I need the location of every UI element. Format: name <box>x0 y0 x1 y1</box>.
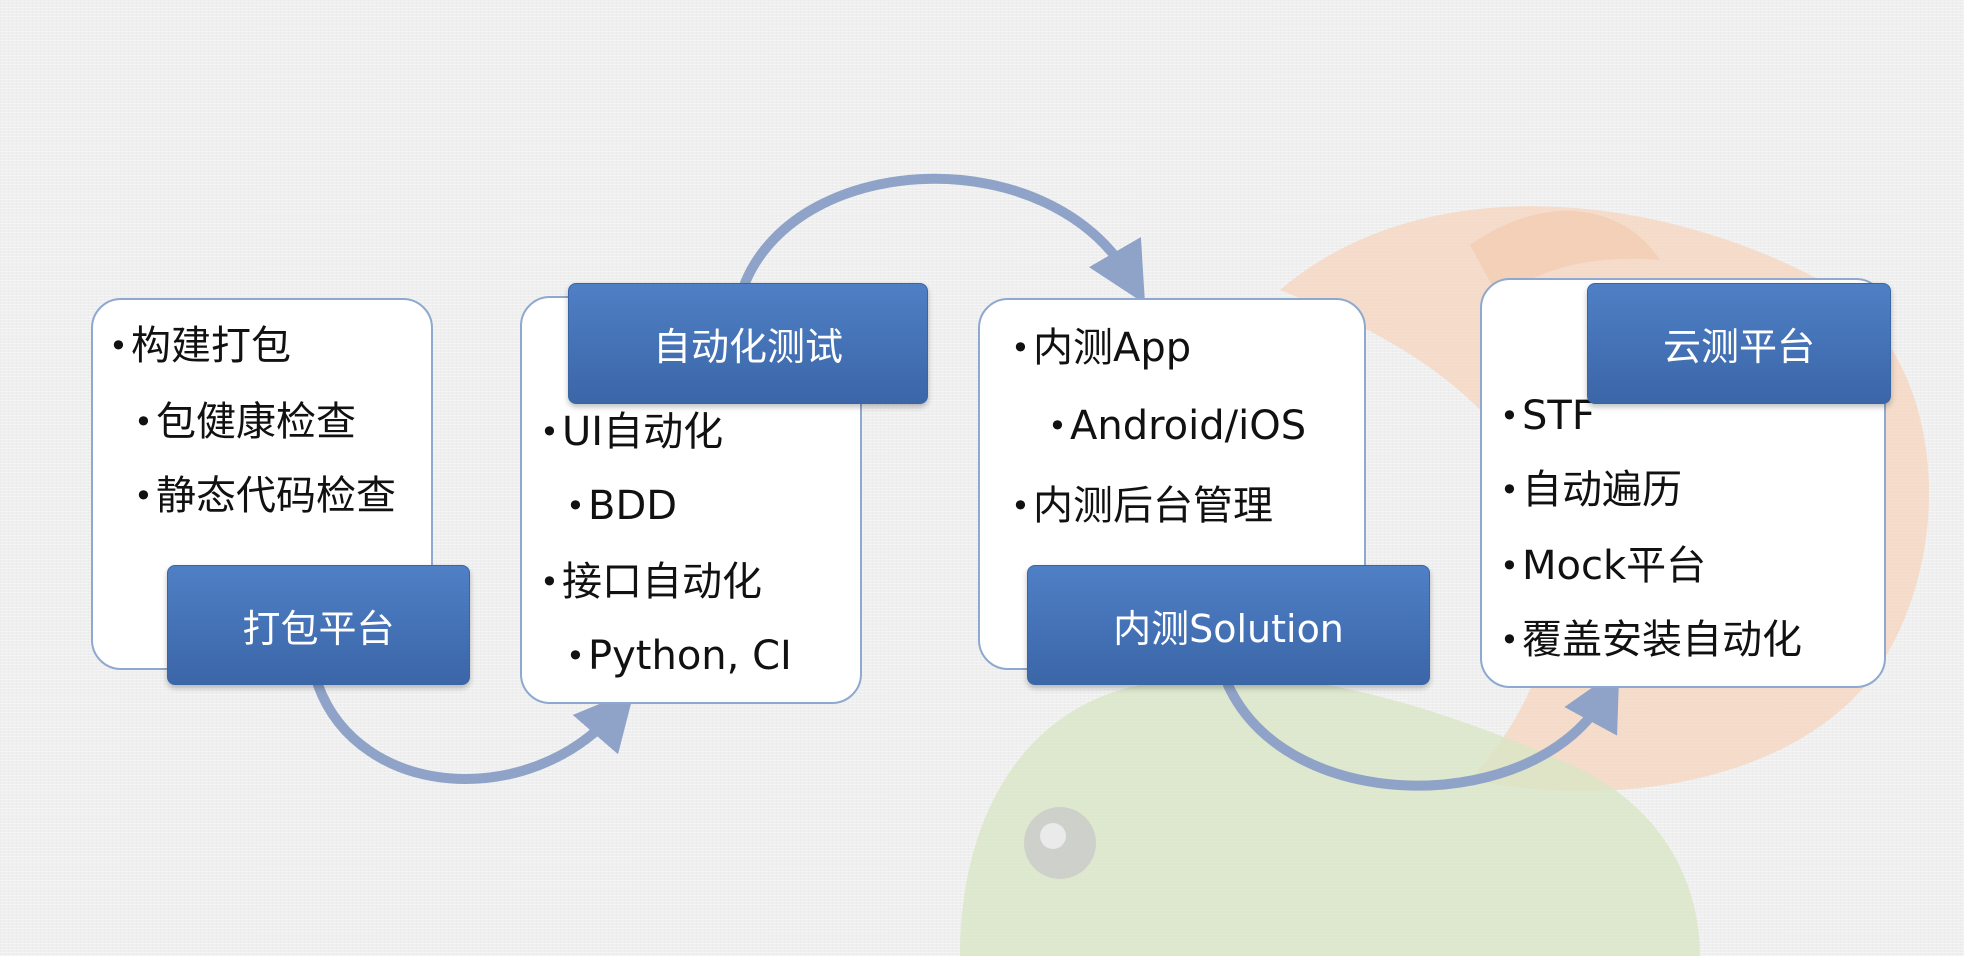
stage-1-item: 包健康检查 <box>134 398 356 446</box>
stage-1-title: 打包平台 <box>167 565 470 685</box>
stage-4-item: 自动遍历 <box>1500 466 1682 514</box>
stage-2-item: UI自动化 <box>540 408 723 456</box>
stage-2-item: BDD <box>566 482 677 530</box>
stage-4-item: 覆盖安装自动化 <box>1500 616 1802 664</box>
stage-1-item: 静态代码检查 <box>134 472 396 520</box>
stage-3-item: 内测后台管理 <box>1011 482 1273 530</box>
stage-4-item: STF <box>1500 392 1595 440</box>
stage-3-item: 内测App <box>1011 324 1191 372</box>
stage-3-item: Android/iOS <box>1048 402 1306 450</box>
stage-3-title: 内测Solution <box>1027 565 1430 685</box>
stage-1-item: 构建打包 <box>109 322 291 370</box>
stage-2-title: 自动化测试 <box>568 283 928 404</box>
stage-4-item: Mock平台 <box>1500 542 1706 590</box>
stage-2-item: Python, CI <box>566 632 792 680</box>
stage-2-item: 接口自动化 <box>540 558 762 606</box>
stage-4-title: 云测平台 <box>1587 283 1891 404</box>
